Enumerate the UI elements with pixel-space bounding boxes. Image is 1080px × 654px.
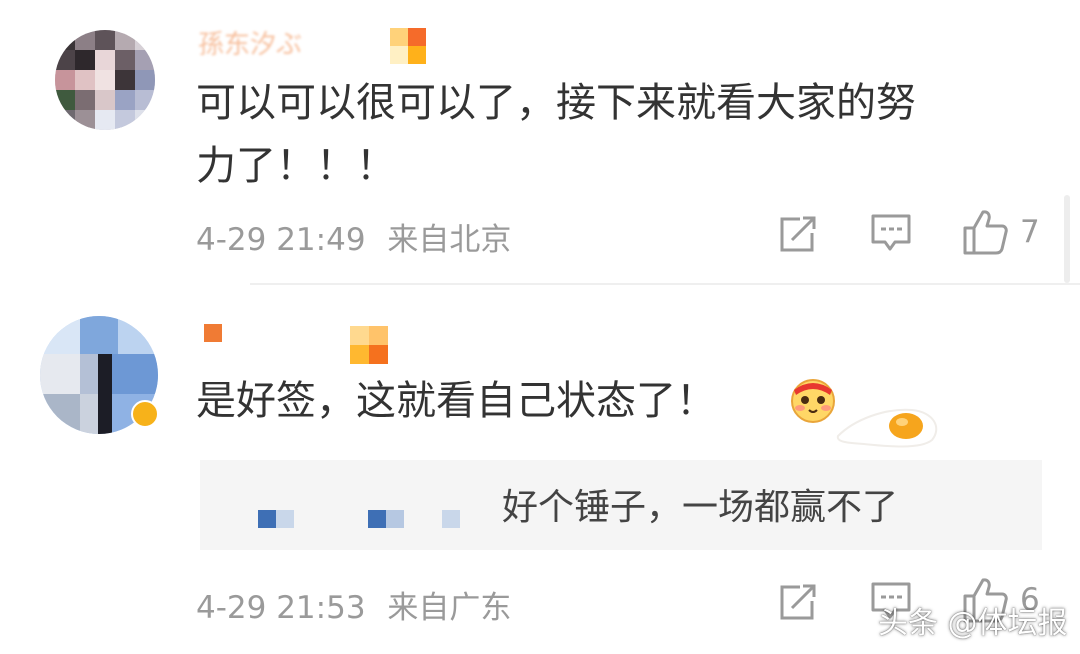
user-badge-icon [390,28,426,64]
emoji-sticker-icon [788,374,838,424]
comment-location: 来自广东 [387,590,512,626]
like-count: 7 [1020,214,1040,250]
comment-meta: 4-29 21:53 来自广东 [196,582,511,627]
repost-icon[interactable] [776,214,818,256]
comment-text-line: 力了！！！ [196,143,396,189]
comment-date: 4-29 21:53 [196,590,366,626]
thumbs-up-icon[interactable] [962,208,1008,256]
repost-icon[interactable] [776,582,818,624]
user-name-redacted[interactable] [204,324,222,342]
avatar[interactable] [55,30,155,130]
reply-text: 好个锤子，一场都赢不了 [502,487,899,528]
fried-egg-sticker-icon [834,400,944,450]
divider [250,283,1080,285]
comment-location: 来自北京 [387,222,512,258]
watermark: 头条 @体坛报 [878,606,1068,641]
comment-text: 可以可以很可以了，接下来就看大家的努 力了！！！ [196,72,916,198]
comment-date: 4-29 21:49 [196,222,366,258]
user-badge-icon [350,326,388,364]
comment-meta: 4-29 21:49 来自北京 [196,214,511,259]
verified-badge-icon [131,400,159,428]
comment-icon[interactable] [869,212,913,254]
scrollbar[interactable] [1064,195,1070,283]
comment-text: 是好签，这就看自己状态了！ [196,378,716,424]
comment-text-line: 可以可以很可以了，接下来就看大家的努 [196,80,916,126]
username[interactable]: 孫东汐ぶ [198,24,302,61]
